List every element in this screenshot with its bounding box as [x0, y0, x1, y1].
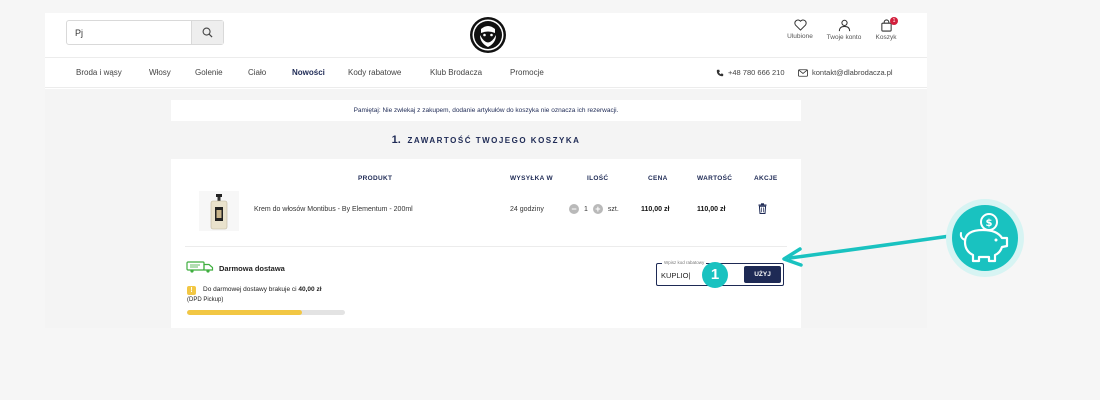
- annotation-arrow: [782, 234, 952, 267]
- piggy-bank-icon: $: [946, 199, 1024, 277]
- svg-text:$: $: [986, 218, 993, 229]
